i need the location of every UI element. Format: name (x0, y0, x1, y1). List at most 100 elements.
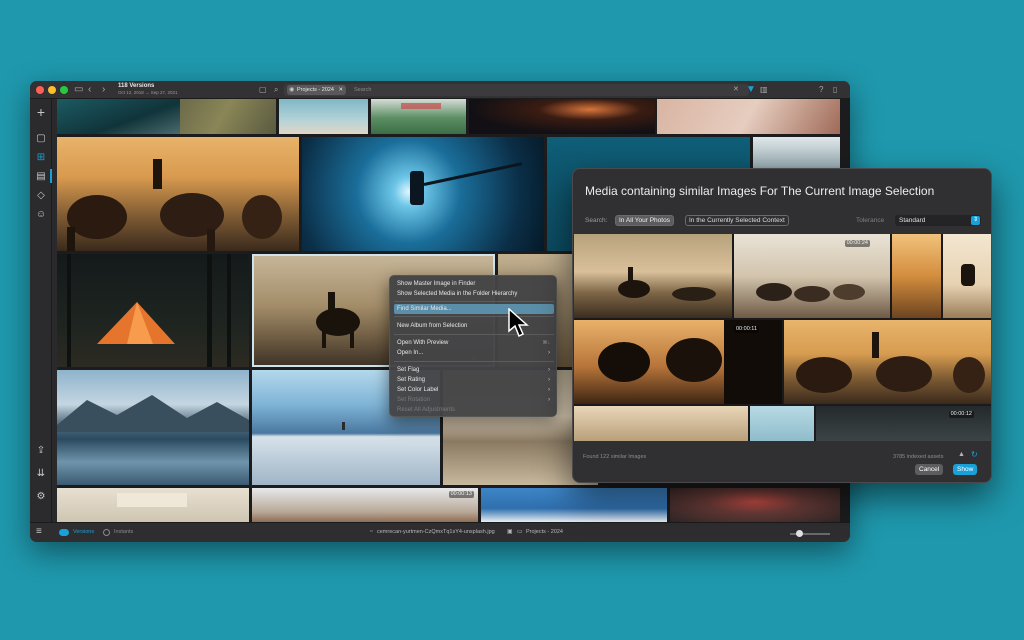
versions-label[interactable]: Versions (73, 528, 94, 536)
show-button[interactable]: Show (953, 464, 978, 475)
photo-thumbnail[interactable] (57, 137, 299, 251)
window-title: 118 Versions (118, 83, 155, 89)
folder-icon-bottom: ▭ (517, 529, 523, 535)
photo-thumbnail[interactable] (302, 137, 544, 251)
import-icon[interactable]: ⇊ (34, 467, 48, 481)
video-duration: 00:00:13 (448, 491, 474, 498)
share-icon[interactable]: ⇪ (34, 444, 48, 458)
photo-thumbnail[interactable] (57, 99, 180, 134)
faces-icon[interactable]: ☺ (34, 208, 48, 222)
photo-thumbnail[interactable] (481, 488, 667, 522)
clear-search-icon[interactable]: ✕ (733, 84, 739, 96)
menu-item-set-rating[interactable]: Set Rating › (394, 375, 554, 385)
add-icon[interactable]: + (34, 105, 48, 119)
single-view-icon[interactable]: ▢ (34, 132, 48, 146)
menu-shortcut: ⌘↓ (542, 340, 551, 346)
search-placeholder: Search (354, 87, 372, 93)
sidebar-toggle-icon[interactable]: ▭ (74, 84, 83, 96)
result-thumbnail[interactable]: 00:00:24 (734, 234, 890, 318)
warning-icon[interactable]: ▲ (958, 451, 965, 458)
submenu-chevron-icon: › (548, 377, 550, 383)
menu-item-set-rotation[interactable]: Set Rotation › (394, 395, 554, 405)
zoom-slider-knob[interactable] (796, 530, 803, 537)
info-icon[interactable]: ▣ (507, 528, 513, 536)
calendar-icon[interactable]: ▤ (34, 170, 48, 184)
back-icon[interactable]: ‹ (88, 84, 91, 96)
photo-thumbnail[interactable] (57, 488, 249, 522)
result-thumbnail[interactable] (892, 234, 941, 318)
menu-item-label: Set Color Label (397, 387, 439, 393)
photo-thumbnail[interactable] (279, 99, 368, 134)
indexed-assets-count: 3785 indexed assets (893, 454, 944, 460)
context-menu: Show Master Image in Finder Show Selecte… (389, 275, 557, 417)
photo-thumbnail[interactable] (57, 370, 249, 485)
result-thumbnail[interactable] (784, 320, 991, 404)
video-duration: 00:00:24 (844, 240, 870, 247)
refresh-icon[interactable]: ↻ (971, 450, 978, 459)
photo-thumbnail[interactable] (469, 99, 655, 134)
menu-item-open-in[interactable]: Open In... › (394, 348, 554, 358)
instants-toggle-icon[interactable] (103, 529, 110, 536)
instants-label[interactable]: Instants (114, 528, 133, 536)
menu-separator (394, 301, 554, 302)
submenu-chevron-icon: › (548, 397, 550, 403)
map-icon[interactable]: ◇ (34, 189, 48, 203)
menu-item-show-master[interactable]: Show Master Image in Finder (394, 279, 554, 289)
export-icon[interactable]: ⚙ (34, 490, 48, 504)
menu-icon[interactable]: ≡ (36, 527, 42, 537)
photo-thumbnail[interactable] (371, 99, 466, 134)
result-thumbnail[interactable]: 00:00:11 (574, 320, 782, 404)
search-field[interactable]: ◉ Projects - 2024 ✕ Search (284, 84, 749, 96)
menu-item-open-with-preview[interactable]: Open With Preview ⌘↓ (394, 338, 554, 348)
dialog-title: Media containing similar Images For The … (585, 184, 935, 198)
menu-item-new-album[interactable]: New Album from Selection (394, 321, 554, 331)
filter-icon[interactable]: ▼ (746, 84, 756, 96)
menu-item-label: New Album from Selection (397, 323, 468, 329)
histogram-icon[interactable]: ▥ (760, 84, 768, 96)
search-token-chip[interactable]: ◉ Projects - 2024 ✕ (287, 85, 347, 95)
video-thumbnail[interactable]: 00:00:13 (252, 488, 478, 522)
photo-thumbnail[interactable] (657, 99, 840, 134)
mouse-cursor-icon (508, 308, 529, 338)
tolerance-select[interactable]: Standard ⇕ (895, 215, 981, 226)
menu-item-reset-adjustments[interactable]: Reset All Adjustments (394, 405, 554, 415)
results-grid: 00:00:24 00:00:11 00:00:12 (574, 234, 991, 441)
forward-icon[interactable]: › (102, 84, 105, 96)
photo-thumbnail[interactable] (670, 488, 840, 522)
folder-icon: ◉ (289, 87, 295, 93)
result-thumbnail[interactable] (943, 234, 991, 318)
menu-item-label: Show Selected Media in the Folder Hierar… (397, 291, 518, 297)
photo-thumbnail[interactable] (180, 99, 276, 134)
remove-token-icon[interactable]: ✕ (339, 87, 344, 93)
grid-view-icon[interactable]: ⊞ (34, 151, 48, 165)
menu-item-label: Reset All Adjustments (397, 407, 456, 413)
result-thumbnail[interactable]: 00:00:12 (816, 406, 991, 441)
menu-item-label: Open In... (397, 350, 424, 356)
inspector-toggle-icon[interactable]: ▯ (833, 84, 837, 96)
result-thumbnail[interactable] (574, 234, 732, 318)
search-icon: ⌕ (274, 85, 279, 94)
minimize-window-button[interactable] (48, 86, 56, 94)
help-icon[interactable]: ? (819, 84, 823, 96)
tolerance-label: Tolerance (856, 217, 885, 224)
scope-current-context-button[interactable]: In the Currently Selected Context (685, 215, 789, 226)
menu-item-show-in-folder[interactable]: Show Selected Media in the Folder Hierar… (394, 289, 554, 299)
comment-icon[interactable]: ▢ (259, 84, 267, 96)
versions-toggle-icon[interactable] (59, 529, 69, 536)
video-duration: 00:00:11 (734, 326, 760, 333)
bottom-bar: ≡ Versions Instants ▫ cemrecan-yurtmen-C… (30, 522, 850, 542)
result-thumbnail[interactable] (574, 406, 748, 441)
chevron-updown-icon: ⇕ (971, 216, 980, 225)
menu-item-set-flag[interactable]: Set Flag › (394, 365, 554, 375)
result-thumbnail[interactable] (750, 406, 814, 441)
close-window-button[interactable] (36, 86, 44, 94)
scope-all-photos-button[interactable]: In All Your Photos (615, 215, 674, 226)
zoom-window-button[interactable] (60, 86, 68, 94)
menu-item-set-color-label[interactable]: Set Color Label › (394, 385, 554, 395)
photo-thumbnail[interactable] (57, 254, 249, 367)
active-view-indicator (50, 169, 52, 183)
search-token-label: Projects - 2024 (297, 87, 334, 93)
left-sidebar: + ▢ ⊞ ▤ ◇ ☺ ⇪ ⇊ ⚙ (30, 99, 52, 542)
cancel-button[interactable]: Cancel (915, 464, 944, 475)
menu-item-find-similar[interactable]: Find Similar Media... (394, 304, 554, 314)
